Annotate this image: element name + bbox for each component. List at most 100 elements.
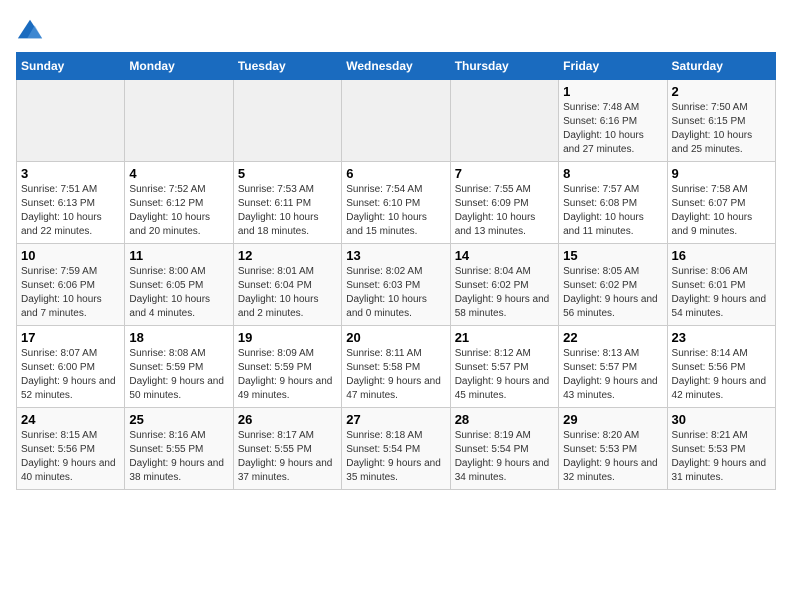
calendar-cell: 5 Sunrise: 7:53 AMSunset: 6:11 PMDayligh… <box>233 162 341 244</box>
day-info: Sunrise: 7:48 AMSunset: 6:16 PMDaylight:… <box>563 101 662 157</box>
day-number: 15 <box>563 248 662 263</box>
calendar-cell <box>17 80 125 162</box>
calendar-cell: 17 Sunrise: 8:07 AMSunset: 6:00 PMDaylig… <box>17 326 125 408</box>
calendar-cell: 4 Sunrise: 7:52 AMSunset: 6:12 PMDayligh… <box>125 162 233 244</box>
day-number: 30 <box>672 412 771 427</box>
weekday-header-row: SundayMondayTuesdayWednesdayThursdayFrid… <box>17 53 776 80</box>
calendar-cell: 8 Sunrise: 7:57 AMSunset: 6:08 PMDayligh… <box>559 162 667 244</box>
day-info: Sunrise: 7:50 AMSunset: 6:15 PMDaylight:… <box>672 101 771 157</box>
day-number: 28 <box>455 412 554 427</box>
day-number: 5 <box>238 166 337 181</box>
day-number: 4 <box>129 166 228 181</box>
day-number: 1 <box>563 84 662 99</box>
calendar-cell: 12 Sunrise: 8:01 AMSunset: 6:04 PMDaylig… <box>233 244 341 326</box>
weekday-header-sunday: Sunday <box>17 53 125 80</box>
weekday-header-thursday: Thursday <box>450 53 558 80</box>
calendar-cell: 22 Sunrise: 8:13 AMSunset: 5:57 PMDaylig… <box>559 326 667 408</box>
day-info: Sunrise: 8:18 AMSunset: 5:54 PMDaylight:… <box>346 429 445 485</box>
calendar-cell: 9 Sunrise: 7:58 AMSunset: 6:07 PMDayligh… <box>667 162 775 244</box>
day-number: 23 <box>672 330 771 345</box>
weekday-header-wednesday: Wednesday <box>342 53 450 80</box>
calendar-cell: 25 Sunrise: 8:16 AMSunset: 5:55 PMDaylig… <box>125 408 233 490</box>
day-number: 19 <box>238 330 337 345</box>
day-info: Sunrise: 7:52 AMSunset: 6:12 PMDaylight:… <box>129 183 228 239</box>
calendar-cell: 28 Sunrise: 8:19 AMSunset: 5:54 PMDaylig… <box>450 408 558 490</box>
day-number: 9 <box>672 166 771 181</box>
day-info: Sunrise: 7:51 AMSunset: 6:13 PMDaylight:… <box>21 183 120 239</box>
calendar-cell: 27 Sunrise: 8:18 AMSunset: 5:54 PMDaylig… <box>342 408 450 490</box>
day-info: Sunrise: 8:07 AMSunset: 6:00 PMDaylight:… <box>21 347 120 403</box>
calendar-cell: 20 Sunrise: 8:11 AMSunset: 5:58 PMDaylig… <box>342 326 450 408</box>
calendar-cell: 29 Sunrise: 8:20 AMSunset: 5:53 PMDaylig… <box>559 408 667 490</box>
calendar-cell: 21 Sunrise: 8:12 AMSunset: 5:57 PMDaylig… <box>450 326 558 408</box>
day-info: Sunrise: 8:08 AMSunset: 5:59 PMDaylight:… <box>129 347 228 403</box>
weekday-header-friday: Friday <box>559 53 667 80</box>
calendar-week-row: 1 Sunrise: 7:48 AMSunset: 6:16 PMDayligh… <box>17 80 776 162</box>
calendar-cell: 6 Sunrise: 7:54 AMSunset: 6:10 PMDayligh… <box>342 162 450 244</box>
calendar-cell: 13 Sunrise: 8:02 AMSunset: 6:03 PMDaylig… <box>342 244 450 326</box>
calendar-cell: 14 Sunrise: 8:04 AMSunset: 6:02 PMDaylig… <box>450 244 558 326</box>
day-info: Sunrise: 8:06 AMSunset: 6:01 PMDaylight:… <box>672 265 771 321</box>
day-info: Sunrise: 8:00 AMSunset: 6:05 PMDaylight:… <box>129 265 228 321</box>
logo-icon <box>16 16 44 44</box>
day-info: Sunrise: 8:02 AMSunset: 6:03 PMDaylight:… <box>346 265 445 321</box>
day-info: Sunrise: 7:55 AMSunset: 6:09 PMDaylight:… <box>455 183 554 239</box>
calendar-cell: 19 Sunrise: 8:09 AMSunset: 5:59 PMDaylig… <box>233 326 341 408</box>
day-number: 29 <box>563 412 662 427</box>
header <box>16 16 776 44</box>
calendar-week-row: 10 Sunrise: 7:59 AMSunset: 6:06 PMDaylig… <box>17 244 776 326</box>
calendar-cell: 2 Sunrise: 7:50 AMSunset: 6:15 PMDayligh… <box>667 80 775 162</box>
logo <box>16 16 48 44</box>
day-number: 10 <box>21 248 120 263</box>
calendar-cell: 24 Sunrise: 8:15 AMSunset: 5:56 PMDaylig… <box>17 408 125 490</box>
weekday-header-saturday: Saturday <box>667 53 775 80</box>
calendar-cell: 16 Sunrise: 8:06 AMSunset: 6:01 PMDaylig… <box>667 244 775 326</box>
day-number: 27 <box>346 412 445 427</box>
calendar-cell <box>233 80 341 162</box>
day-info: Sunrise: 7:58 AMSunset: 6:07 PMDaylight:… <box>672 183 771 239</box>
day-number: 22 <box>563 330 662 345</box>
day-number: 14 <box>455 248 554 263</box>
day-info: Sunrise: 8:04 AMSunset: 6:02 PMDaylight:… <box>455 265 554 321</box>
calendar-cell <box>342 80 450 162</box>
day-info: Sunrise: 8:19 AMSunset: 5:54 PMDaylight:… <box>455 429 554 485</box>
calendar-cell <box>125 80 233 162</box>
day-info: Sunrise: 7:53 AMSunset: 6:11 PMDaylight:… <box>238 183 337 239</box>
day-info: Sunrise: 8:11 AMSunset: 5:58 PMDaylight:… <box>346 347 445 403</box>
day-info: Sunrise: 8:09 AMSunset: 5:59 PMDaylight:… <box>238 347 337 403</box>
day-number: 13 <box>346 248 445 263</box>
calendar-cell <box>450 80 558 162</box>
day-number: 17 <box>21 330 120 345</box>
day-number: 8 <box>563 166 662 181</box>
day-number: 24 <box>21 412 120 427</box>
day-info: Sunrise: 8:16 AMSunset: 5:55 PMDaylight:… <box>129 429 228 485</box>
day-info: Sunrise: 8:21 AMSunset: 5:53 PMDaylight:… <box>672 429 771 485</box>
calendar-cell: 30 Sunrise: 8:21 AMSunset: 5:53 PMDaylig… <box>667 408 775 490</box>
day-info: Sunrise: 7:57 AMSunset: 6:08 PMDaylight:… <box>563 183 662 239</box>
calendar-table: SundayMondayTuesdayWednesdayThursdayFrid… <box>16 52 776 490</box>
day-number: 25 <box>129 412 228 427</box>
day-info: Sunrise: 8:20 AMSunset: 5:53 PMDaylight:… <box>563 429 662 485</box>
day-number: 12 <box>238 248 337 263</box>
day-info: Sunrise: 8:17 AMSunset: 5:55 PMDaylight:… <box>238 429 337 485</box>
weekday-header-monday: Monday <box>125 53 233 80</box>
calendar-cell: 10 Sunrise: 7:59 AMSunset: 6:06 PMDaylig… <box>17 244 125 326</box>
day-info: Sunrise: 8:01 AMSunset: 6:04 PMDaylight:… <box>238 265 337 321</box>
day-number: 26 <box>238 412 337 427</box>
day-number: 21 <box>455 330 554 345</box>
calendar-cell: 26 Sunrise: 8:17 AMSunset: 5:55 PMDaylig… <box>233 408 341 490</box>
day-info: Sunrise: 8:12 AMSunset: 5:57 PMDaylight:… <box>455 347 554 403</box>
calendar-week-row: 3 Sunrise: 7:51 AMSunset: 6:13 PMDayligh… <box>17 162 776 244</box>
day-number: 18 <box>129 330 228 345</box>
calendar-cell: 7 Sunrise: 7:55 AMSunset: 6:09 PMDayligh… <box>450 162 558 244</box>
calendar-cell: 11 Sunrise: 8:00 AMSunset: 6:05 PMDaylig… <box>125 244 233 326</box>
calendar-cell: 15 Sunrise: 8:05 AMSunset: 6:02 PMDaylig… <box>559 244 667 326</box>
calendar-week-row: 24 Sunrise: 8:15 AMSunset: 5:56 PMDaylig… <box>17 408 776 490</box>
weekday-header-tuesday: Tuesday <box>233 53 341 80</box>
calendar-cell: 23 Sunrise: 8:14 AMSunset: 5:56 PMDaylig… <box>667 326 775 408</box>
day-number: 3 <box>21 166 120 181</box>
day-info: Sunrise: 8:05 AMSunset: 6:02 PMDaylight:… <box>563 265 662 321</box>
day-info: Sunrise: 8:13 AMSunset: 5:57 PMDaylight:… <box>563 347 662 403</box>
day-number: 6 <box>346 166 445 181</box>
day-info: Sunrise: 7:54 AMSunset: 6:10 PMDaylight:… <box>346 183 445 239</box>
